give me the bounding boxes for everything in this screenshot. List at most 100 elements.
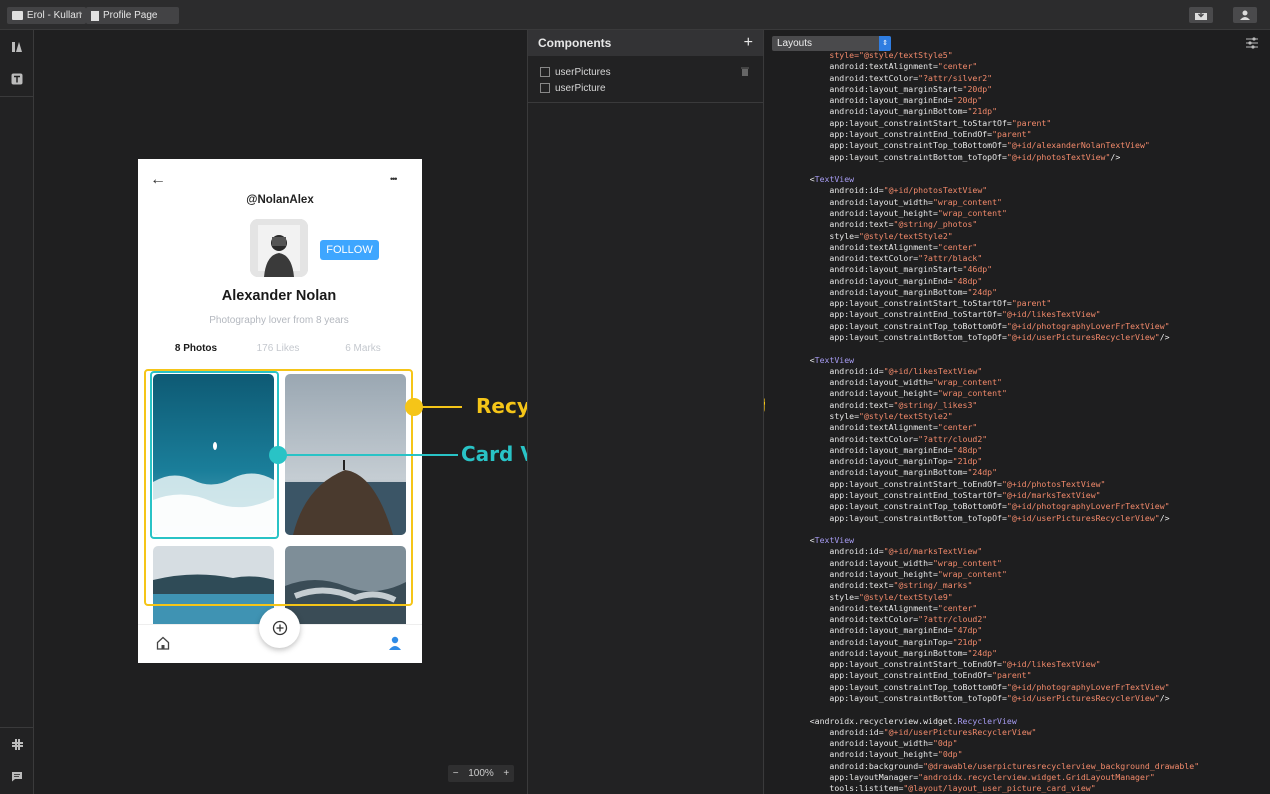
code-line: android:text="@string/_marks" <box>790 580 1199 591</box>
code-token: android:text= <box>790 580 894 591</box>
code-token: android:layout_marginEnd= <box>790 444 953 455</box>
code-line: <TextView <box>790 174 1199 185</box>
code-line: android:textAlignment="center" <box>790 422 1199 433</box>
code-line: android:textColor="?attr/cloud2" <box>790 614 1199 625</box>
code-line: android:layout_width="0dp" <box>790 738 1199 749</box>
zoom-out-button[interactable]: − <box>453 768 459 779</box>
home-icon[interactable] <box>156 636 170 650</box>
code-token: "parent" <box>1011 117 1052 128</box>
code-token: android:textColor= <box>790 253 919 264</box>
code-token: "47dp" <box>952 625 983 636</box>
code-token: app:layout_constraintEnd_toEndOf= <box>790 670 993 681</box>
component-item-label: userPicture <box>555 82 606 94</box>
code-line: android:layout_height="wrap_content" <box>790 569 1199 580</box>
code-line: style="@style/textStyle5" <box>790 50 1199 61</box>
code-line: android:layout_height="wrap_content" <box>790 388 1199 399</box>
code-token: android:textColor= <box>790 433 919 444</box>
profile-nav-icon[interactable] <box>388 636 402 650</box>
component-item-userpicture[interactable]: userPicture <box>528 80 763 96</box>
code-editor[interactable]: style="@style/textStyle5" android:textAl… <box>790 50 1199 794</box>
code-token: style= <box>790 591 860 602</box>
trash-icon[interactable] <box>741 67 749 76</box>
download-button[interactable] <box>1189 7 1213 23</box>
more-options-icon[interactable]: ••• <box>390 174 398 184</box>
code-token: "@+id/photographyLoverFrTextView" <box>1006 501 1170 512</box>
breadcrumb-project[interactable]: Erol - Kullan <box>7 7 86 24</box>
code-token: android:textAlignment= <box>790 241 938 252</box>
code-token: app:layout_constraintTop_toBottomOf= <box>790 681 1007 692</box>
back-arrow-icon[interactable]: ← <box>150 171 166 189</box>
tab-marks[interactable]: 6 Marks <box>327 343 399 354</box>
code-token: "@style/textStyle2" <box>859 411 953 421</box>
code-token: android:id= <box>790 365 884 376</box>
code-line: android:layout_width="wrap_content" <box>790 197 1199 208</box>
code-token: "@+id/marksTextView" <box>883 546 983 557</box>
code-token: "@+id/photosTextView" <box>1006 151 1111 162</box>
code-token: "@layout/layout_user_picture_card_view" <box>903 783 1096 794</box>
code-line: app:layout_constraintTop_toBottomOf="@+i… <box>790 682 1199 693</box>
code-token: < <box>790 354 815 365</box>
code-line: android:id="@+id/marksTextView" <box>790 546 1199 557</box>
code-token: android:layout_marginBottom= <box>790 106 968 117</box>
code-token: android:layout_marginStart= <box>790 83 963 94</box>
chat-icon[interactable] <box>10 769 24 783</box>
code-token: /> <box>1159 512 1170 523</box>
code-token: "@+id/photographyLoverFrTextView" <box>1006 320 1170 331</box>
code-token: "@drawable/userpicturesrecyclerview_back… <box>923 760 1200 771</box>
tab-likes[interactable]: 176 Likes <box>242 343 314 354</box>
slack-icon[interactable] <box>10 737 24 751</box>
code-token: app:layout_constraintEnd_toStartOf= <box>790 489 1002 500</box>
settings-sliders-icon[interactable] <box>1246 37 1258 49</box>
code-token: android:layout_marginBottom= <box>790 286 968 297</box>
breadcrumb-page-label: Profile Page <box>103 10 158 21</box>
layouts-select[interactable]: Layouts ⇕ <box>772 35 891 51</box>
zoom-in-button[interactable]: + <box>503 768 509 779</box>
code-token: android:text= <box>790 219 894 230</box>
code-line: <TextView <box>790 535 1199 546</box>
follow-button[interactable]: FOLLOW <box>320 240 379 260</box>
components-header: Components + <box>528 30 763 56</box>
breadcrumb-page[interactable]: Profile Page <box>86 7 179 24</box>
code-token: "0dp" <box>932 738 958 749</box>
avatar[interactable] <box>250 219 308 277</box>
code-token: "0dp" <box>937 749 963 760</box>
code-token: app:layout_constraintBottom_toTopOf= <box>790 693 1007 704</box>
code-token: "@+id/likesTextView" <box>1001 309 1101 320</box>
code-token: "parent" <box>992 670 1032 681</box>
code-token: TextView <box>814 174 855 185</box>
code-token: "@style/textStyle9" <box>859 591 953 602</box>
code-line: style="@style/textStyle9" <box>790 592 1199 603</box>
code-token: "@string/_likes3" <box>893 399 978 410</box>
code-line: android:layout_marginStart="20dp" <box>790 84 1199 95</box>
code-token: < <box>790 174 815 185</box>
code-token: app:layout_constraintBottom_toTopOf= <box>790 332 1007 343</box>
code-token: "@+id/likesTextView" <box>883 365 983 376</box>
code-token: android:layout_marginTop= <box>790 456 953 467</box>
code-token: /> <box>1159 693 1170 704</box>
text-tool-icon[interactable] <box>10 72 24 86</box>
code-token: /> <box>1110 151 1121 162</box>
code-line: android:textColor="?attr/black" <box>790 253 1199 264</box>
tab-photos[interactable]: 8 Photos <box>160 343 232 354</box>
code-token: android:layout_width= <box>790 377 933 388</box>
code-token: android:id= <box>790 546 884 557</box>
code-token: android:layout_height= <box>790 207 938 218</box>
component-item-userpictures[interactable]: userPictures <box>528 64 763 80</box>
code-line: app:layout_constraintTop_toBottomOf="@+i… <box>790 140 1199 151</box>
top-bar: Erol - Kullan › Profile Page <box>0 0 1270 30</box>
code-token: "@+id/userPicturesRecyclerView" <box>1006 332 1160 343</box>
code-line: android:layout_marginBottom="24dp" <box>790 467 1199 478</box>
recyclerview-pointer-line <box>422 406 462 408</box>
profile-bio: Photography lover from 8 years <box>209 315 349 326</box>
layers-icon[interactable] <box>10 40 24 54</box>
code-line: app:layout_constraintBottom_toTopOf="@+i… <box>790 693 1199 704</box>
add-component-button[interactable]: + <box>744 34 753 52</box>
account-button[interactable] <box>1233 7 1257 23</box>
code-token: app:layout_constraintStart_toEndOf= <box>790 659 1002 670</box>
add-fab[interactable] <box>259 607 300 648</box>
cardview-outline <box>150 371 279 539</box>
code-token: app:layout_constraintStart_toStartOf= <box>790 298 1012 309</box>
code-token: android:layout_marginBottom= <box>790 647 968 658</box>
